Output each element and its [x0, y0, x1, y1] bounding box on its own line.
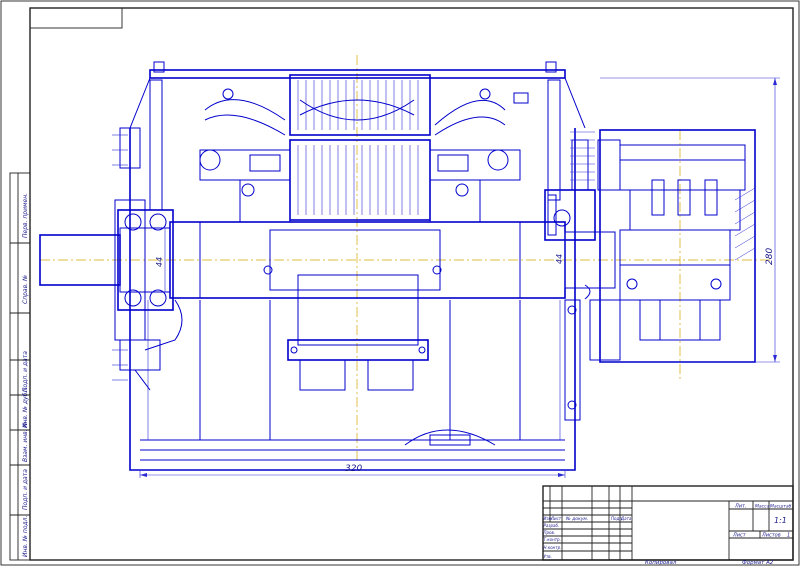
role-developer: Разраб. — [544, 523, 560, 528]
role-approved: Утв. — [544, 554, 552, 559]
dim-44-right: 44 — [555, 254, 564, 264]
role-ncontrol: Н.контр. — [544, 545, 562, 550]
stamp-text-6: Подп. и дата — [22, 469, 29, 510]
col-date: Дата — [620, 516, 632, 521]
drawing-sheet: Перв. примен. Справ. № Подп. и дата Инв.… — [0, 0, 800, 566]
dimension-shaft-left: 44 — [155, 228, 166, 292]
dimension-length: 320 — [139, 464, 566, 478]
stamp-text-3: Подп. и дата — [22, 351, 29, 392]
stamp-text-1: Перв. примен. — [22, 193, 29, 238]
role-tcontrol: Т.контр. — [544, 537, 561, 542]
role-checker: Пров. — [544, 530, 556, 535]
scale-label: Масштаб — [770, 504, 792, 510]
title-block: Изм. Лист № докум. Подп. Дата Разраб. Пр… — [542, 485, 794, 561]
sheets-value: 1 — [787, 533, 790, 539]
side-stamp: Перв. примен. Справ. № Подп. и дата Инв.… — [9, 172, 31, 561]
col-sheet: Лист — [550, 516, 562, 521]
dim-320: 320 — [345, 464, 362, 474]
stamp-text-5: Взам. инв. № — [22, 421, 29, 462]
col-docnum: № докум. — [565, 516, 588, 522]
sheets-label: Листов — [761, 533, 781, 539]
lit-label: Лит. — [734, 504, 747, 510]
sheet-label: Лист — [732, 533, 747, 539]
mass-label: Масса — [755, 504, 770, 510]
dim-44-left: 44 — [155, 257, 164, 267]
scale-value: 1:1 — [774, 516, 787, 525]
format-label: Формат А2 — [742, 560, 774, 566]
dim-280: 280 — [765, 248, 775, 265]
copied-label: Копировал — [645, 560, 677, 566]
stamp-text-7: Инв. № подл. — [22, 516, 29, 557]
motor-drawing — [39, 55, 770, 471]
stamp-text-2: Справ. № — [22, 275, 29, 304]
dimension-height: 280 — [600, 77, 780, 363]
